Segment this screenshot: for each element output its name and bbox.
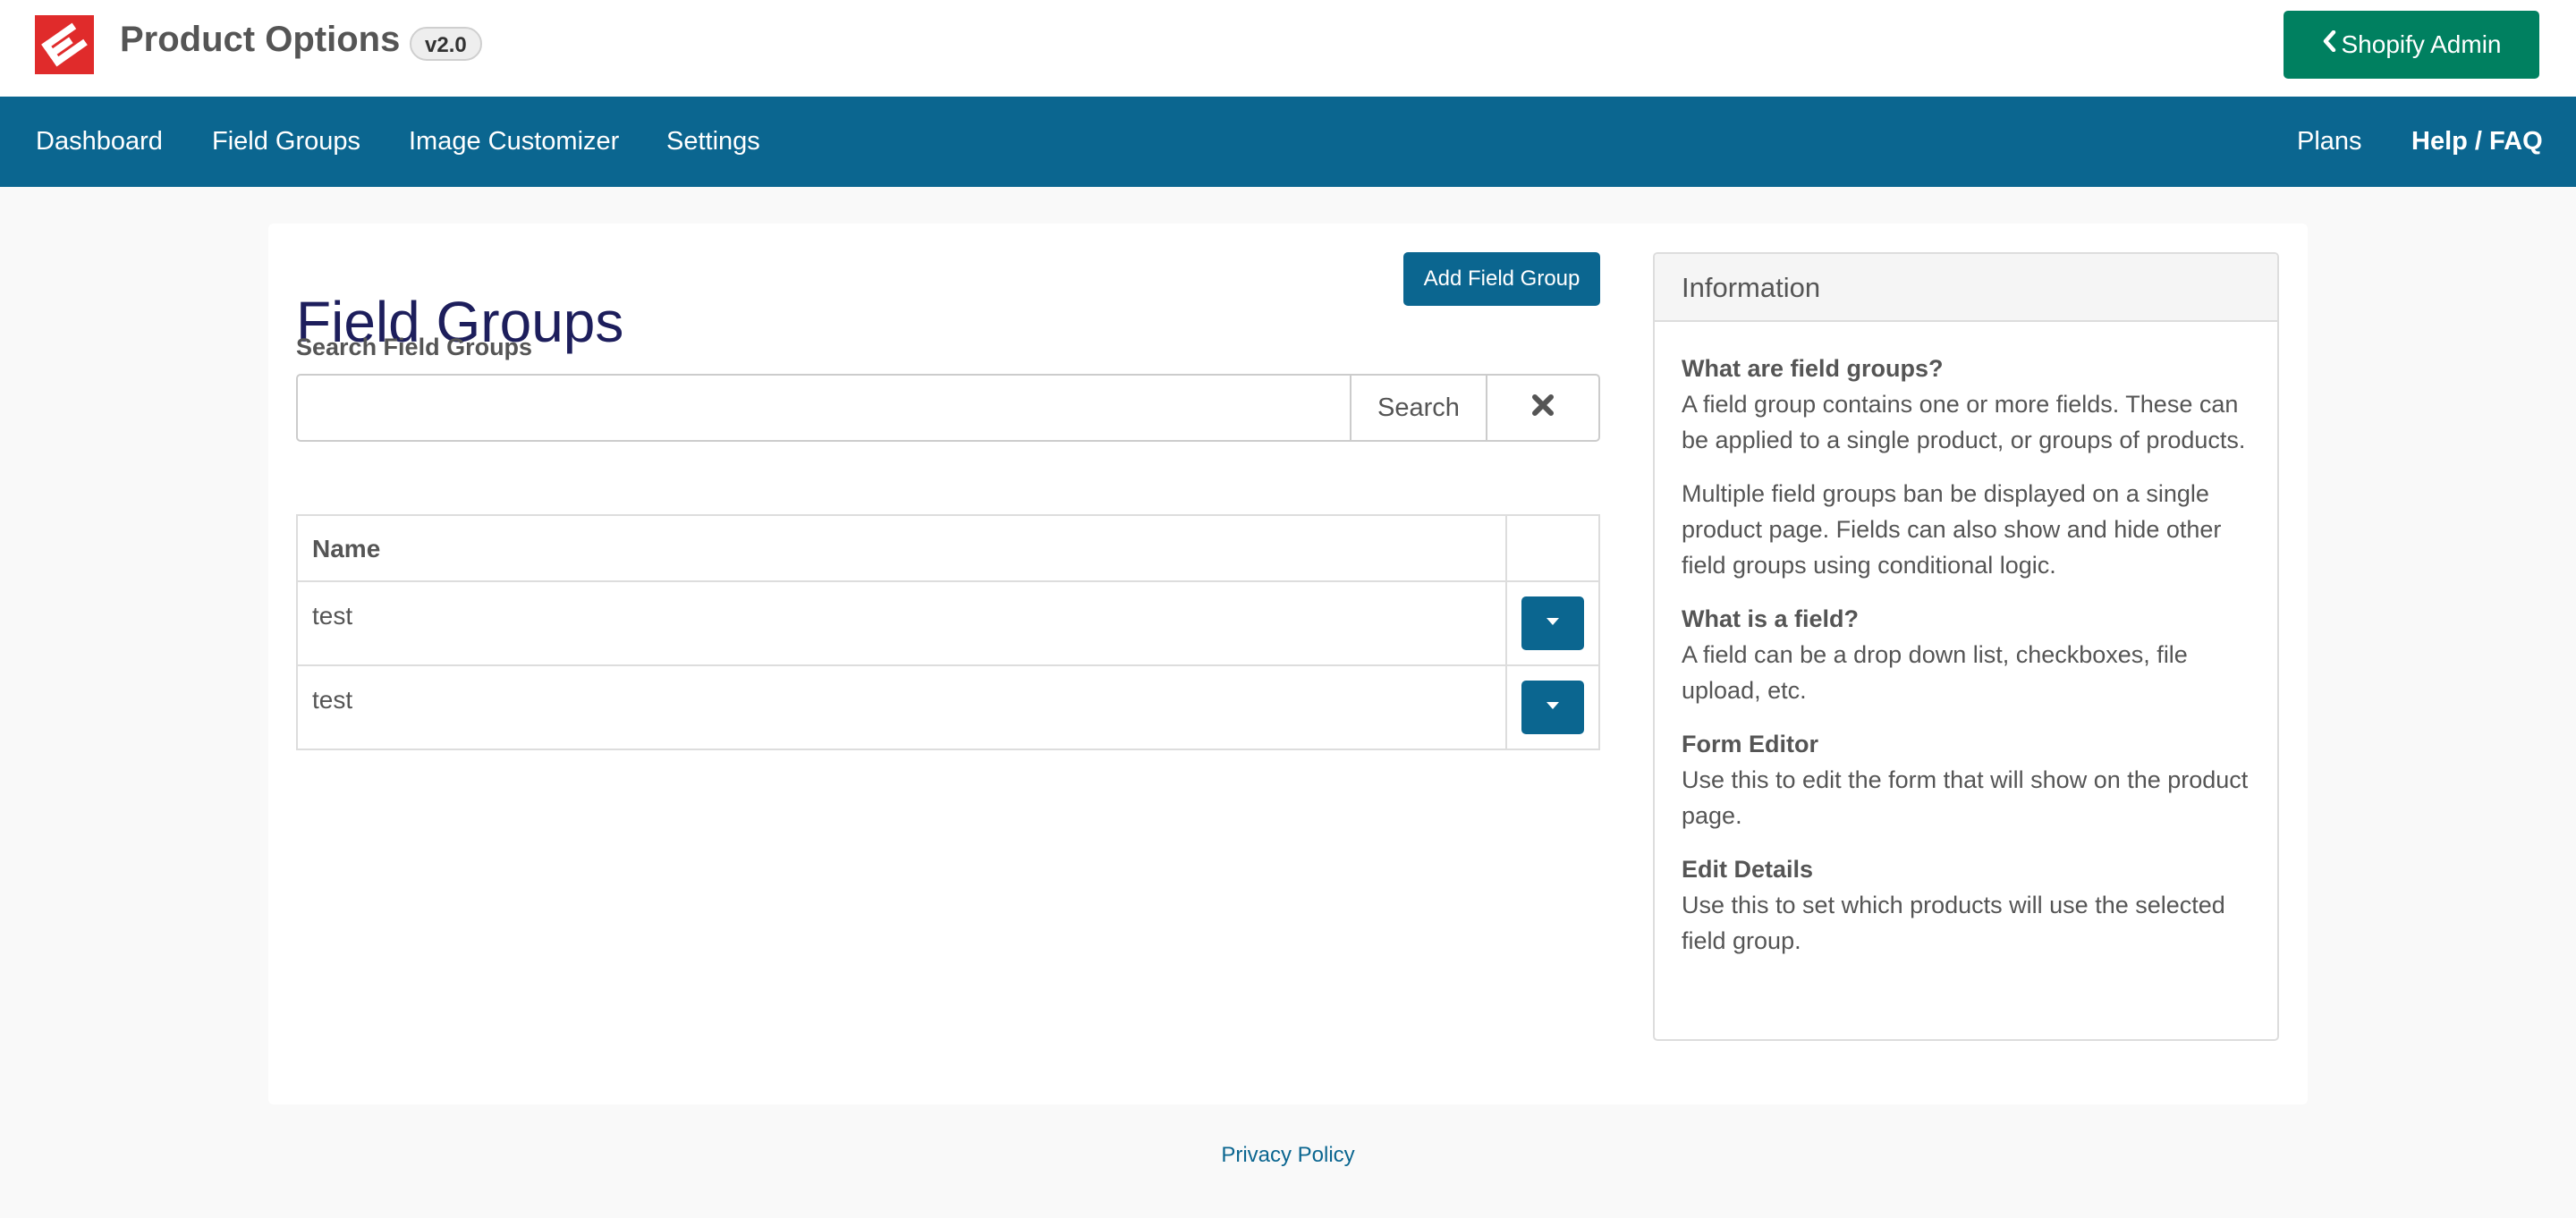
privacy-policy-link[interactable]: Privacy Policy bbox=[0, 1141, 2576, 1170]
ep-logo-icon[interactable] bbox=[35, 15, 94, 74]
nav-item-field-groups[interactable]: Field Groups bbox=[212, 97, 360, 187]
caret-down-icon bbox=[1546, 615, 1560, 630]
field-groups-table: Name test test bbox=[296, 514, 1600, 750]
info-question: What are field groups? bbox=[1682, 355, 1944, 382]
info-question: Form Editor bbox=[1682, 731, 1818, 757]
info-block-field-groups: What are field groups? A field group con… bbox=[1682, 351, 2256, 458]
nav-item-image-customizer[interactable]: Image Customizer bbox=[409, 97, 619, 187]
shopify-admin-button[interactable]: Shopify Admin bbox=[2284, 11, 2539, 79]
nav-item-help-faq[interactable]: Help / FAQ bbox=[2411, 97, 2543, 187]
info-answer: Multiple field groups ban be displayed o… bbox=[1682, 480, 2222, 579]
version-badge: v2.0 bbox=[410, 27, 482, 61]
table-row: test bbox=[298, 582, 1598, 666]
clear-search-button[interactable] bbox=[1486, 376, 1598, 440]
info-answer: Use this to edit the form that will show… bbox=[1682, 766, 2249, 829]
info-question: Edit Details bbox=[1682, 856, 1814, 883]
table-header: Name bbox=[298, 516, 1598, 582]
table-row: test bbox=[298, 666, 1598, 749]
info-block-field: What is a field? A field can be a drop d… bbox=[1682, 601, 2256, 708]
search-label: Search Field Groups bbox=[296, 334, 533, 360]
caret-down-icon bbox=[1546, 699, 1560, 715]
row-name: test bbox=[312, 602, 353, 630]
info-question: What is a field? bbox=[1682, 605, 1860, 632]
row-actions-dropdown-button[interactable] bbox=[1521, 681, 1584, 734]
info-block-multiple-groups: Multiple field groups ban be displayed o… bbox=[1682, 476, 2256, 583]
info-answer: Use this to set which products will use … bbox=[1682, 892, 2225, 954]
nav-item-dashboard[interactable]: Dashboard bbox=[36, 97, 163, 187]
main-content-card: Field Groups Add Field Group Search Fiel… bbox=[268, 224, 2308, 1104]
app-title: Product Options bbox=[120, 20, 401, 59]
info-block-form-editor: Form Editor Use this to edit the form th… bbox=[1682, 726, 2256, 833]
search-group: Search bbox=[296, 374, 1600, 442]
info-block-edit-details: Edit Details Use this to set which produ… bbox=[1682, 851, 2256, 959]
add-field-group-button[interactable]: Add Field Group bbox=[1403, 252, 1600, 306]
search-button[interactable]: Search bbox=[1350, 376, 1486, 440]
information-heading: Information bbox=[1682, 272, 1821, 303]
information-panel: Information What are field groups? A fie… bbox=[1653, 252, 2279, 1041]
chevron-left-icon bbox=[2322, 10, 2336, 78]
search-input[interactable] bbox=[298, 376, 1350, 440]
row-name: test bbox=[312, 686, 353, 714]
information-body: What are field groups? A field group con… bbox=[1682, 351, 2256, 977]
main-navigation: Dashboard Field Groups Image Customizer … bbox=[0, 97, 2576, 187]
nav-item-settings[interactable]: Settings bbox=[666, 97, 760, 187]
row-actions-dropdown-button[interactable] bbox=[1521, 596, 1584, 650]
shopify-admin-label: Shopify Admin bbox=[2341, 30, 2502, 58]
close-icon bbox=[1532, 393, 1554, 416]
top-header: Product Options v2.0 Shopify Admin bbox=[0, 0, 2576, 97]
info-answer: A field group contains one or more field… bbox=[1682, 391, 2246, 453]
information-panel-heading: Information bbox=[1655, 254, 2277, 322]
nav-item-plans[interactable]: Plans bbox=[2297, 97, 2362, 187]
info-answer: A field can be a drop down list, checkbo… bbox=[1682, 641, 2188, 704]
column-header-name: Name bbox=[312, 535, 381, 562]
